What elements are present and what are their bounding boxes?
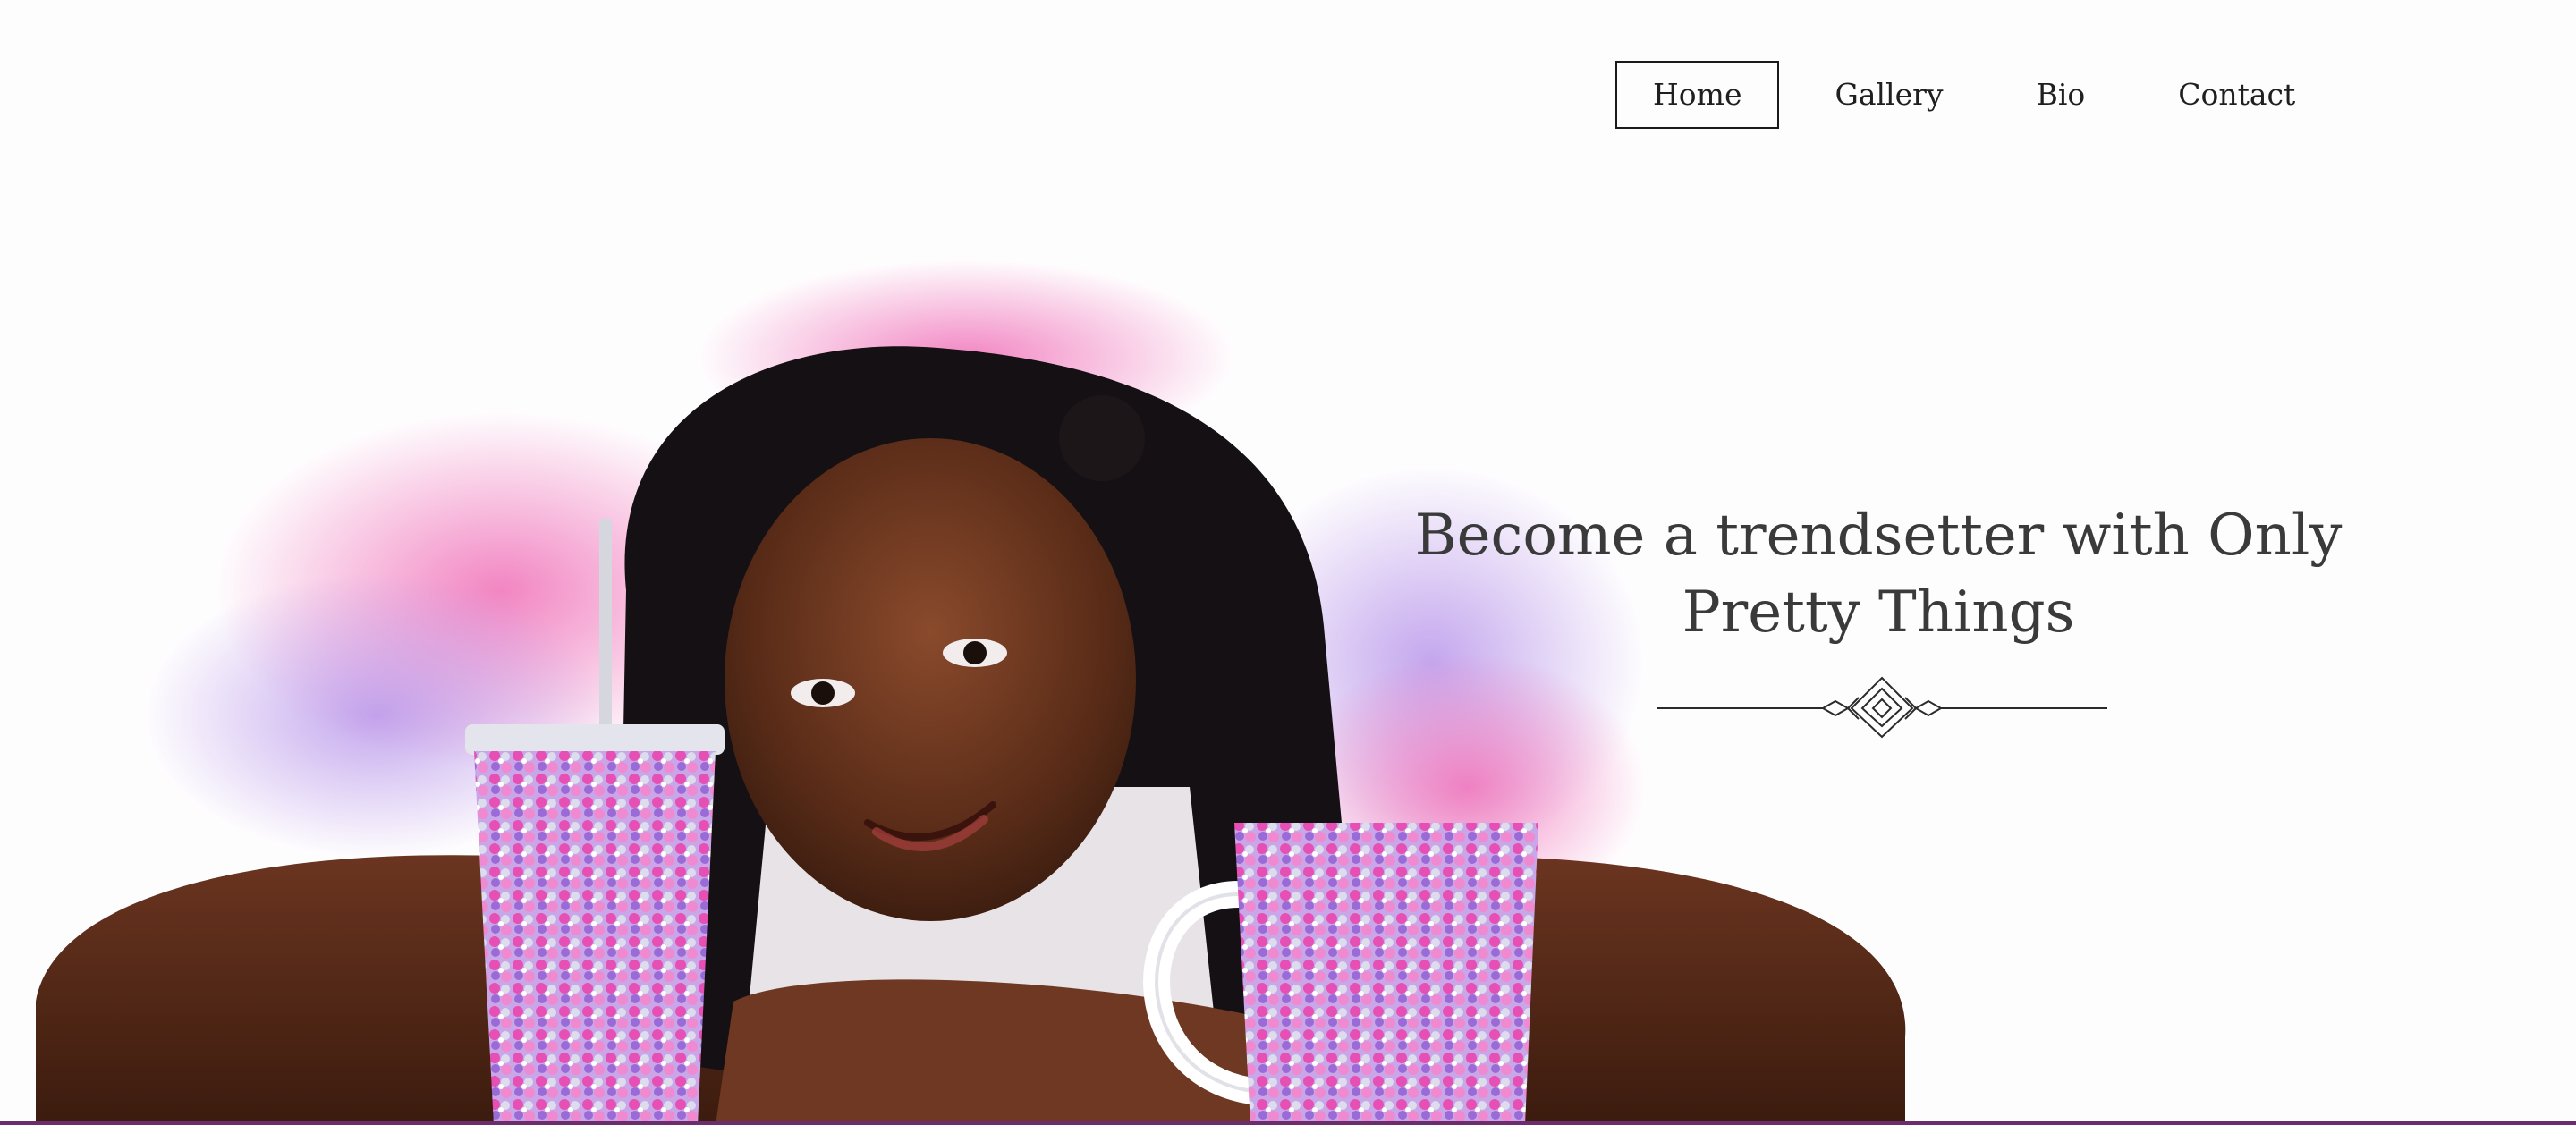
- nav-item-bio[interactable]: Bio: [1999, 61, 2123, 129]
- decorative-divider-icon: [1657, 676, 2107, 739]
- page: Home Gallery Bio Contact Become a trends…: [0, 0, 2576, 1125]
- bottom-accent-line: [0, 1121, 2576, 1125]
- jeweled-mug: [1234, 823, 1538, 1125]
- hero-headline: Become a trendsetter with Only Pretty Th…: [1414, 503, 2343, 646]
- jeweled-tumbler: [474, 751, 716, 1125]
- main-nav: Home Gallery Bio Contact: [1615, 61, 2333, 129]
- nav-item-home[interactable]: Home: [1615, 61, 1780, 129]
- nav-item-contact[interactable]: Contact: [2140, 61, 2333, 129]
- tumbler-lid: [465, 724, 724, 755]
- nav-item-gallery[interactable]: Gallery: [1797, 61, 1980, 129]
- hero-image: [36, 259, 1906, 1125]
